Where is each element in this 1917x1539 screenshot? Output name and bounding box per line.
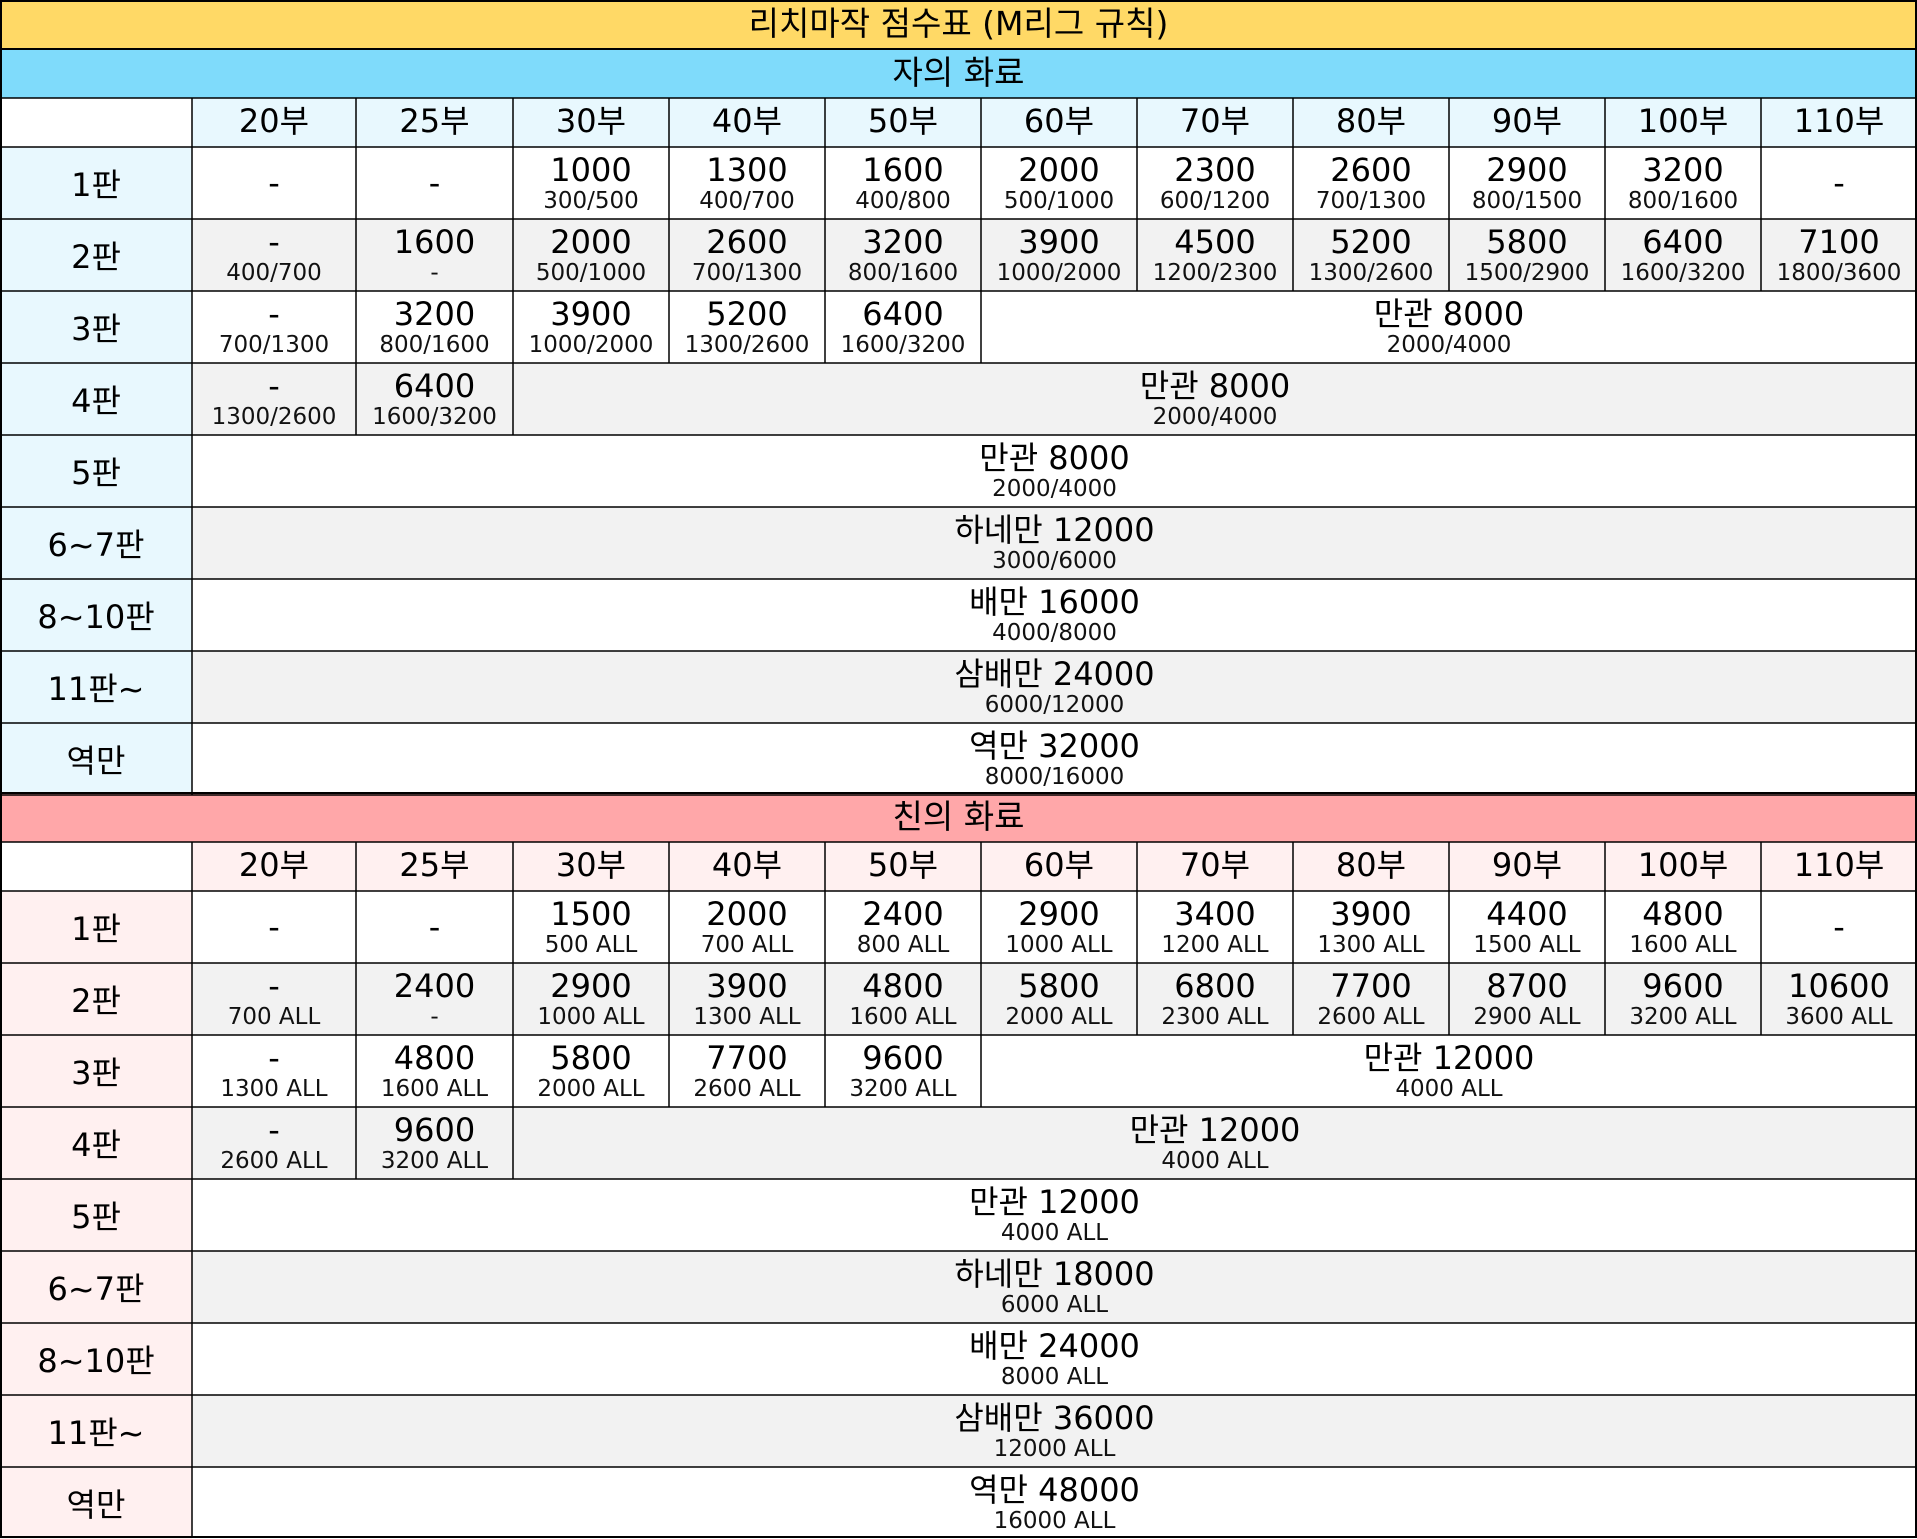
score-table: 리치마작 점수표 (M리그 규칙) 자의 화료 20부 25부 30부 40부 50부 60부… (0, 0, 1917, 1539)
grid-lines (0, 0, 1917, 1538)
